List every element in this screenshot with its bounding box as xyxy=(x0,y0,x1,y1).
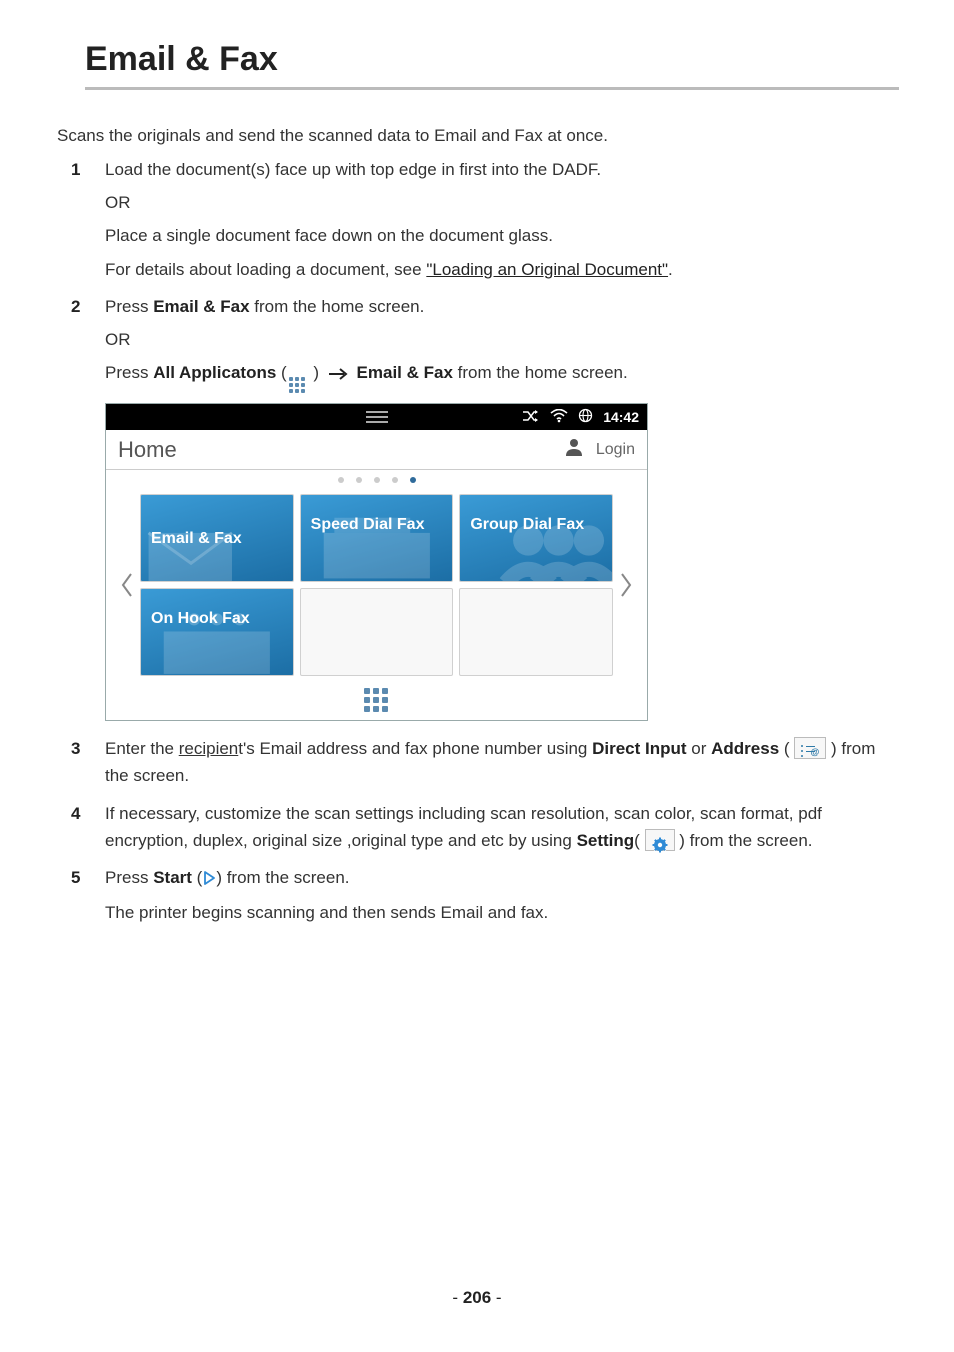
tile-label: On Hook Fax xyxy=(151,609,250,628)
recipient-underline: recipien xyxy=(179,739,239,758)
step-number: 5 xyxy=(71,864,80,891)
step-1-line-3: For details about loading a document, se… xyxy=(105,256,899,283)
t: Enter the xyxy=(105,739,179,758)
page-number-value: 206 xyxy=(463,1288,491,1307)
t: Press xyxy=(105,868,153,887)
step-number: 3 xyxy=(71,735,80,762)
apps-grid-icon xyxy=(289,377,307,393)
step-2-line-2: Press All Applicatons ( ) Email & Fax fr… xyxy=(105,359,899,393)
step-2: 2 Press Email & Fax from the home screen… xyxy=(105,293,899,721)
apps-grid-icon[interactable] xyxy=(364,688,390,712)
menu-lines-icon xyxy=(366,411,388,423)
t: - xyxy=(452,1288,462,1307)
step-1-line-1: Load the document(s) face up with top ed… xyxy=(105,156,899,183)
device-screenshot: 14:42 Home Login xyxy=(105,403,648,721)
status-time: 14:42 xyxy=(603,406,639,428)
t: ( xyxy=(276,363,286,382)
page-number: - 206 - xyxy=(0,1288,954,1308)
email-fax-bold-2: Email & Fax xyxy=(357,363,453,382)
page-title: Email & Fax xyxy=(85,40,899,79)
all-apps-bold: All Applicatons xyxy=(153,363,276,382)
t: or xyxy=(687,739,712,758)
tile-group-dial-fax[interactable]: Group Dial Fax xyxy=(459,494,613,582)
t: Press xyxy=(105,297,153,316)
email-fax-bold: Email & Fax xyxy=(153,297,249,316)
chevron-right-icon[interactable] xyxy=(613,571,639,599)
t: ( xyxy=(192,868,202,887)
tile-label: Speed Dial Fax xyxy=(311,515,425,534)
tile-label: Group Dial Fax xyxy=(470,515,584,534)
t: - xyxy=(491,1288,501,1307)
step-number: 2 xyxy=(71,293,80,320)
tile-speed-dial-fax[interactable]: Speed Dial Fax xyxy=(300,494,454,582)
t: ) from the screen. xyxy=(216,868,349,887)
step-1-l3-pre: For details about loading a document, se… xyxy=(105,260,426,279)
step-2-line-1: Press Email & Fax from the home screen. xyxy=(105,293,899,320)
intro-text: Scans the originals and send the scanned… xyxy=(57,126,899,146)
tile-blank[interactable] xyxy=(459,588,613,676)
t: from the home screen. xyxy=(250,297,425,316)
tile-blank[interactable] xyxy=(300,588,454,676)
t: ( xyxy=(634,831,644,850)
step-4: 4 If necessary, customize the scan setti… xyxy=(105,800,899,854)
address-button-icon: @ xyxy=(794,737,826,759)
login-button[interactable]: Login xyxy=(596,437,635,463)
home-label: Home xyxy=(118,432,177,467)
step-1: 1 Load the document(s) face up with top … xyxy=(105,156,899,283)
step-2-or: OR xyxy=(105,326,899,353)
tile-area: Email & Fax Speed Dial Fax Group Dial Fa… xyxy=(106,490,647,682)
status-bar: 14:42 xyxy=(106,404,647,430)
play-icon xyxy=(203,866,215,893)
step-3-line: Enter the recipient's Email address and … xyxy=(105,735,899,789)
tile-label: Email & Fax xyxy=(151,515,242,548)
address-bold: Address xyxy=(711,739,779,758)
step-3: 3 Enter the recipient's Email address an… xyxy=(105,735,899,789)
wifi-icon xyxy=(550,404,568,431)
step-number: 4 xyxy=(71,800,80,827)
chevron-left-icon[interactable] xyxy=(114,571,140,599)
tile-email-fax[interactable]: Email & Fax xyxy=(140,494,294,582)
gear-button-icon xyxy=(645,829,675,851)
step-5-line-2: The printer begins scanning and then sen… xyxy=(105,899,899,926)
start-bold: Start xyxy=(153,868,192,887)
user-icon xyxy=(564,436,584,464)
device-footer xyxy=(106,682,647,720)
t: ) from the screen. xyxy=(675,831,813,850)
step-5: 5 Press Start () from the screen. The pr… xyxy=(105,864,899,926)
header-bar: Home Login xyxy=(106,430,647,470)
step-4-line: If necessary, customize the scan setting… xyxy=(105,800,899,854)
t: ( xyxy=(779,739,794,758)
step-1-l3-post: . xyxy=(668,260,673,279)
globe-icon xyxy=(578,404,593,431)
tile-on-hook-fax[interactable]: On Hook Fax xyxy=(140,588,294,676)
shuffle-icon xyxy=(522,404,540,431)
loading-doc-link[interactable]: "Loading an Original Document" xyxy=(426,260,668,279)
setting-bold: Setting xyxy=(577,831,635,850)
tile-grid: Email & Fax Speed Dial Fax Group Dial Fa… xyxy=(140,494,613,676)
step-5-line-1: Press Start ( ) from the screen. xyxy=(105,864,899,893)
direct-input-bold: Direct Input xyxy=(592,739,686,758)
t: t's Email address and fax phone number u… xyxy=(238,739,592,758)
step-1-or: OR xyxy=(105,189,899,216)
page-dots xyxy=(106,470,647,490)
title-rule xyxy=(85,87,899,90)
step-number: 1 xyxy=(71,156,80,183)
arrow-right-icon xyxy=(328,361,348,388)
t: from the home screen. xyxy=(453,363,628,382)
step-1-line-2: Place a single document face down on the… xyxy=(105,222,899,249)
t: Press xyxy=(105,363,153,382)
t: ) xyxy=(309,363,319,382)
